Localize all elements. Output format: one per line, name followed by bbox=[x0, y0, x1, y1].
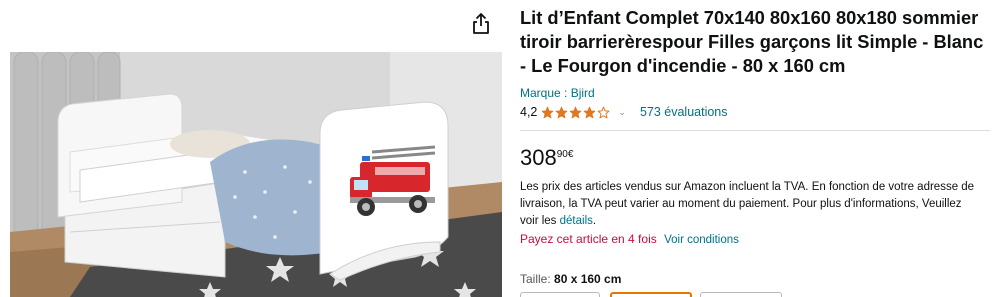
rating-stars[interactable] bbox=[541, 106, 610, 119]
size-row: Taille: 80 x 160 cm bbox=[520, 272, 990, 287]
ratings-count-link[interactable]: 573 évaluations bbox=[640, 105, 728, 119]
price-whole: 308 bbox=[520, 145, 557, 170]
installments-text: Payez cet article en 4 fois bbox=[520, 232, 657, 246]
size-option-selected[interactable] bbox=[610, 292, 692, 297]
product-info: Lit d’Enfant Complet 70x140 80x160 80x18… bbox=[520, 0, 990, 287]
star-icon bbox=[584, 106, 596, 118]
star-outline-icon bbox=[597, 106, 610, 118]
installments-row: Payez cet article en 4 fois Voir conditi… bbox=[520, 231, 990, 249]
brand-link[interactable]: Marque : Bjird bbox=[520, 86, 990, 101]
product-title: Lit d’Enfant Complet 70x140 80x160 80x18… bbox=[520, 7, 984, 76]
share-icon[interactable] bbox=[470, 12, 492, 36]
star-icon bbox=[570, 106, 582, 118]
product-image[interactable] bbox=[10, 52, 502, 297]
chevron-down-icon[interactable]: ⌄ bbox=[618, 107, 626, 118]
size-value: 80 x 160 cm bbox=[554, 272, 622, 286]
rating-value: 4,2 bbox=[520, 105, 538, 119]
price: 308 90 € bbox=[520, 145, 990, 173]
size-option[interactable] bbox=[700, 292, 782, 297]
price-currency: € bbox=[567, 149, 574, 160]
vat-notice: Les prix des articles vendus sur Amazon … bbox=[520, 179, 980, 230]
price-fraction: 90 bbox=[556, 149, 568, 160]
rating-row: 4,2 ⌄ 573 évaluations bbox=[520, 103, 990, 121]
star-icon bbox=[556, 106, 568, 118]
star-icon bbox=[542, 106, 554, 118]
divider bbox=[520, 130, 990, 131]
size-option[interactable] bbox=[520, 292, 600, 297]
size-label: Taille: bbox=[520, 272, 555, 286]
conditions-link[interactable]: Voir conditions bbox=[664, 234, 739, 246]
details-link[interactable]: détails bbox=[560, 215, 593, 227]
vat-end: . bbox=[592, 215, 597, 227]
